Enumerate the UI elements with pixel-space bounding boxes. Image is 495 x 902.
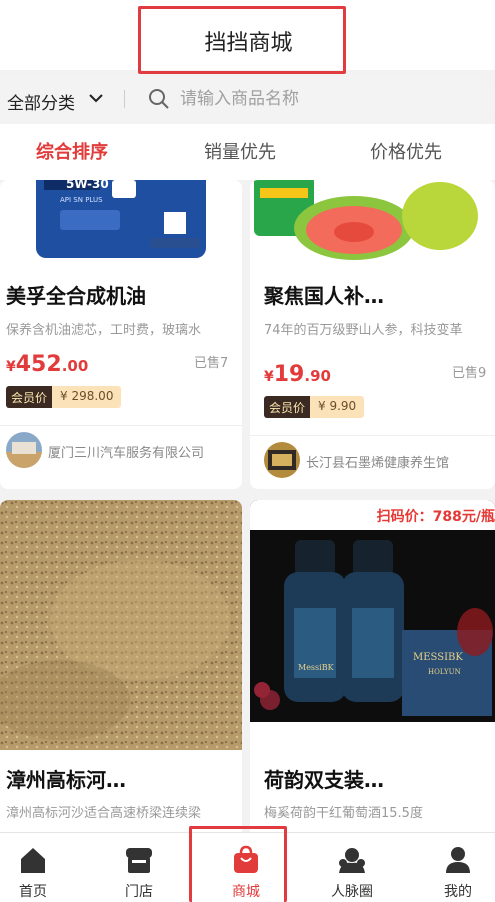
svg-text:MESSIBK: MESSIBK <box>413 652 463 663</box>
promo-price-banner: 扫码价：788元/瓶 <box>376 509 495 525</box>
tab-sales[interactable]: 销量优先 <box>204 138 276 164</box>
product-card[interactable]: MessiBK MESSIBK HOLYUN 扫码价：788元/瓶 荷韵双支装…… <box>250 500 495 840</box>
search-input[interactable] <box>180 84 480 114</box>
product-name: 荷韵双支装… <box>264 768 384 792</box>
product-desc: 漳州高标河沙适合高速桥梁连续梁 <box>6 806 202 821</box>
page-title: 挡挡商城 <box>204 31 293 56</box>
divider <box>0 425 242 426</box>
product-card[interactable]: 聚焦国人补… 74年的百万级野山人参，科技变革 ¥19.90 已售9 会员价 ¥ … <box>250 180 495 489</box>
store-name[interactable]: 长汀县石墨烯健康养生馆 <box>306 452 492 471</box>
tab-network[interactable]: 人脉圈 <box>312 833 392 902</box>
svg-text:MessiBK: MessiBK <box>298 663 335 672</box>
tab-highlight-box <box>189 826 287 902</box>
category-dropdown[interactable]: 全部分类 <box>7 89 75 114</box>
product-price: ¥19.90 <box>264 362 331 387</box>
svg-text:5W-30: 5W-30 <box>66 180 109 191</box>
people-icon <box>339 848 365 873</box>
product-image: MessiBK MESSIBK HOLYUN <box>250 500 495 722</box>
member-price: 会员价 ¥ 298.00 <box>6 386 122 408</box>
product-name: 漳州高标河… <box>6 768 126 792</box>
member-price: 会员价 ¥ 9.90 <box>264 396 365 418</box>
product-image <box>250 180 495 268</box>
product-desc: 74年的百万级野山人参，科技变革 <box>264 323 463 338</box>
app-header: 挡挡商城 <box>0 0 495 74</box>
product-image: 5W-30 API SN PLUS <box>0 180 242 268</box>
sold-count: 已售7 <box>194 356 229 371</box>
search-bar: 全部分类 <box>0 76 495 122</box>
tab-home[interactable]: 首页 <box>0 833 73 902</box>
store-logo <box>264 442 300 478</box>
divider <box>250 435 495 436</box>
product-image <box>0 500 242 750</box>
svg-text:HOLYUN: HOLYUN <box>428 668 461 676</box>
home-icon <box>21 848 45 873</box>
sold-count: 已售9 <box>452 366 487 381</box>
title-highlight-box: 挡挡商城 <box>138 6 346 74</box>
tab-profile[interactable]: 我的 <box>418 833 495 902</box>
product-name: 美孚全合成机油 <box>6 284 146 308</box>
product-name: 聚焦国人补… <box>264 284 384 308</box>
store-icon <box>126 848 152 873</box>
store-logo <box>6 432 42 468</box>
divider <box>124 90 125 108</box>
svg-text:API SN PLUS: API SN PLUS <box>60 196 103 204</box>
chevron-down-icon[interactable] <box>88 91 104 105</box>
product-card[interactable]: 漳州高标河… 漳州高标河沙适合高速桥梁连续梁 <box>0 500 242 840</box>
tab-store[interactable]: 门店 <box>99 833 179 902</box>
product-price: ¥452.00 <box>6 352 89 377</box>
product-desc: 梅奚荷韵干红葡萄酒15.5度 <box>264 806 423 821</box>
product-card[interactable]: 5W-30 API SN PLUS 美孚全合成机油 保养含机油滤芯，工时费，玻璃… <box>0 180 242 489</box>
sort-tabs: 综合排序 销量优先 价格优先 <box>0 124 495 180</box>
tab-comprehensive[interactable]: 综合排序 <box>36 138 108 164</box>
tab-price[interactable]: 价格优先 <box>370 138 442 164</box>
search-icon <box>149 89 169 109</box>
product-desc: 保养含机油滤芯，工时费，玻璃水 <box>6 323 202 338</box>
store-name[interactable]: 厦门三川汽车服务有限公司 <box>48 442 236 461</box>
user-icon <box>446 847 470 873</box>
